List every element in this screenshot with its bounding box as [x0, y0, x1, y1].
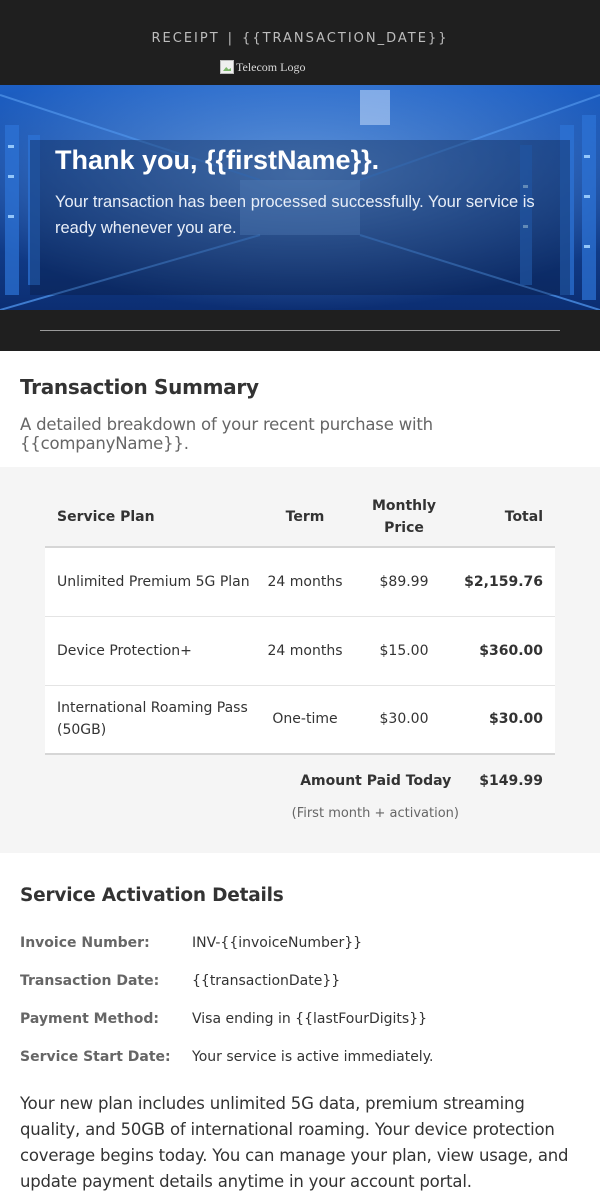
- cell-total: $360.00: [458, 616, 555, 686]
- column-header-total: Total: [458, 487, 555, 548]
- table-row: International Roaming Pass (50GB) One-ti…: [45, 685, 555, 755]
- cell-total: $2,159.76: [458, 547, 555, 617]
- transaction-table: Service Plan Term Monthly Price Total Un…: [45, 487, 555, 755]
- service-activation-details: Service Activation Details Invoice Numbe…: [0, 853, 600, 1195]
- amount-paid-value: $149.99: [479, 773, 543, 789]
- column-header-plan: Service Plan: [45, 487, 260, 548]
- transaction-date-token: {{TRANSACTION_DATE}}: [242, 31, 449, 46]
- detail-label: Payment Method:: [20, 1011, 159, 1027]
- column-header-price: Monthly Price: [350, 487, 458, 548]
- table-header-row: Service Plan Term Monthly Price Total: [45, 487, 555, 548]
- thank-you-heading: Thank you, {{firstName}}.: [55, 145, 380, 175]
- divider-line: [40, 330, 560, 331]
- cell-term: 24 months: [260, 616, 350, 686]
- table-row: Unlimited Premium 5G Plan 24 months $89.…: [45, 547, 555, 617]
- detail-label: Service Start Date:: [20, 1049, 171, 1065]
- detail-row-transaction-date: Transaction Date: {{transactionDate}}: [20, 962, 580, 1000]
- cell-price: $15.00: [350, 616, 458, 686]
- detail-value: INV-{{invoiceNumber}}: [192, 935, 363, 951]
- details-list: Invoice Number: INV-{{invoiceNumber}} Tr…: [20, 924, 580, 1076]
- logo-alt-text: Telecom Logo: [236, 59, 306, 74]
- hero-message: Your transaction has been processed succ…: [55, 193, 535, 237]
- receipt-label: RECEIPT: [151, 31, 220, 46]
- detail-row-start-date: Service Start Date: Your service is acti…: [20, 1038, 580, 1076]
- cell-price: $89.99: [350, 547, 458, 617]
- company-logo: Telecom Logo: [220, 59, 305, 75]
- cell-plan: International Roaming Pass (50GB): [45, 685, 260, 755]
- eyebrow-separator: |: [227, 31, 235, 46]
- cell-price: $30.00: [350, 685, 458, 755]
- hero-banner: Thank you, {{firstName}}. Your transacti…: [0, 85, 600, 310]
- amount-paid-row: Amount Paid Today $149.99: [45, 773, 555, 789]
- details-title: Service Activation Details: [20, 885, 284, 906]
- detail-label: Transaction Date:: [20, 973, 160, 989]
- receipt-header: RECEIPT | {{TRANSACTION_DATE}} Telecom Log…: [0, 0, 600, 85]
- transaction-summary-header: Transaction Summary A detailed breakdown…: [0, 351, 600, 467]
- table-row: Device Protection+ 24 months $15.00 $360…: [45, 616, 555, 686]
- transaction-table-section: Service Plan Term Monthly Price Total Un…: [0, 467, 600, 853]
- cell-plan: Device Protection+: [45, 616, 260, 686]
- detail-row-payment-method: Payment Method: Visa ending in {{lastFou…: [20, 1000, 580, 1038]
- amount-paid-note: (First month + activation): [291, 806, 459, 821]
- summary-subtitle: A detailed breakdown of your recent purc…: [20, 415, 433, 453]
- cell-total: $30.00: [458, 685, 555, 755]
- detail-value: {{transactionDate}}: [192, 973, 341, 989]
- detail-value: Visa ending in {{lastFourDigits}}: [192, 1011, 428, 1027]
- detail-value: Your service is active immediately.: [192, 1049, 434, 1065]
- cell-term: 24 months: [260, 547, 350, 617]
- cell-plan: Unlimited Premium 5G Plan: [45, 547, 260, 617]
- amount-paid-label: Amount Paid Today: [300, 773, 452, 789]
- column-header-term: Term: [260, 487, 350, 548]
- broken-image-icon: [220, 60, 234, 74]
- detail-row-invoice: Invoice Number: INV-{{invoiceNumber}}: [20, 924, 580, 962]
- plan-description: Your new plan includes unlimited 5G data…: [20, 1094, 569, 1191]
- summary-title: Transaction Summary: [20, 375, 259, 399]
- receipt-eyebrow: RECEIPT | {{TRANSACTION_DATE}}: [0, 31, 600, 46]
- hero-divider-band: [0, 310, 600, 351]
- detail-label: Invoice Number:: [20, 935, 150, 951]
- cell-term: One-time: [260, 685, 350, 755]
